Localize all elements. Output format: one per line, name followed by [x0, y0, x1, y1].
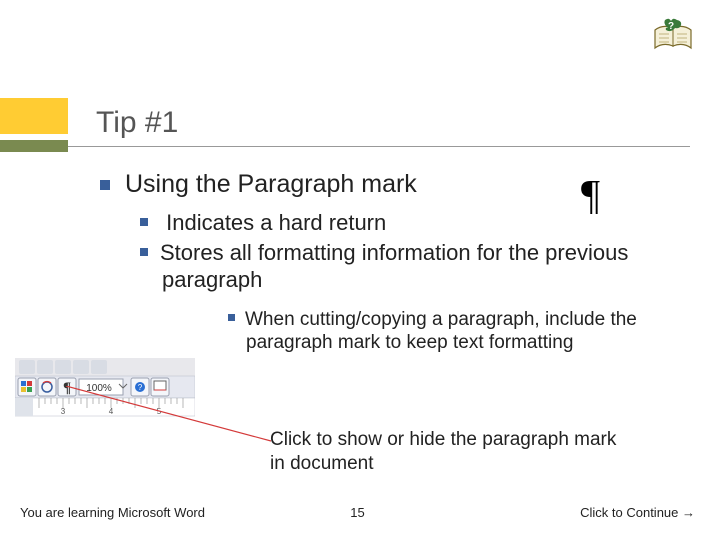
- title-accent-olive: [0, 140, 68, 152]
- square-bullet-icon: [140, 248, 148, 256]
- level1-text: Using the Paragraph mark: [125, 170, 417, 198]
- bullet-level1: Using the Paragraph mark ¶: [100, 170, 695, 199]
- word-toolbar-screenshot: ¶ 100% ? 3 4 5: [15, 358, 195, 423]
- slide-title-area: Tip #1: [0, 98, 720, 152]
- ruler-num: 4: [109, 407, 114, 416]
- callout-text: Click to show or hide the paragraph mark…: [270, 428, 630, 476]
- level2-text-1: Stores all formatting information for th…: [160, 240, 628, 293]
- footer-left: You are learning Microsoft Word: [20, 505, 205, 520]
- slide-number: 15: [350, 505, 364, 520]
- square-bullet-icon: [228, 314, 235, 321]
- zoom-value: 100%: [86, 383, 112, 394]
- bullet-level2: Indicates a hard return: [140, 209, 695, 237]
- bullet-level2: Stores all formatting information for th…: [140, 239, 695, 294]
- ruler-num: 5: [157, 407, 162, 416]
- svg-text:?: ?: [668, 21, 674, 32]
- title-accent-gold: [0, 98, 68, 134]
- svg-text:¶: ¶: [63, 380, 71, 396]
- ruler-num: 3: [61, 407, 66, 416]
- svg-text:?: ?: [138, 383, 143, 392]
- bullet-level3: When cutting/copying a paragraph, includ…: [228, 308, 695, 356]
- level3-text: When cutting/copying a paragraph, includ…: [245, 309, 637, 354]
- slide-title: Tip #1: [96, 108, 178, 138]
- help-book-icon: ?: [651, 18, 695, 61]
- level2-text-0: Indicates a hard return: [160, 210, 386, 235]
- content-area: Using the Paragraph mark ¶ Indicates a h…: [100, 170, 695, 355]
- title-underline: [68, 146, 690, 147]
- pilcrow-icon: ¶: [581, 172, 600, 220]
- square-bullet-icon: [100, 180, 110, 190]
- square-bullet-icon: [140, 218, 148, 226]
- click-to-continue[interactable]: Click to Continue →: [580, 505, 695, 520]
- footer: You are learning Microsoft Word 15 Click…: [20, 505, 695, 520]
